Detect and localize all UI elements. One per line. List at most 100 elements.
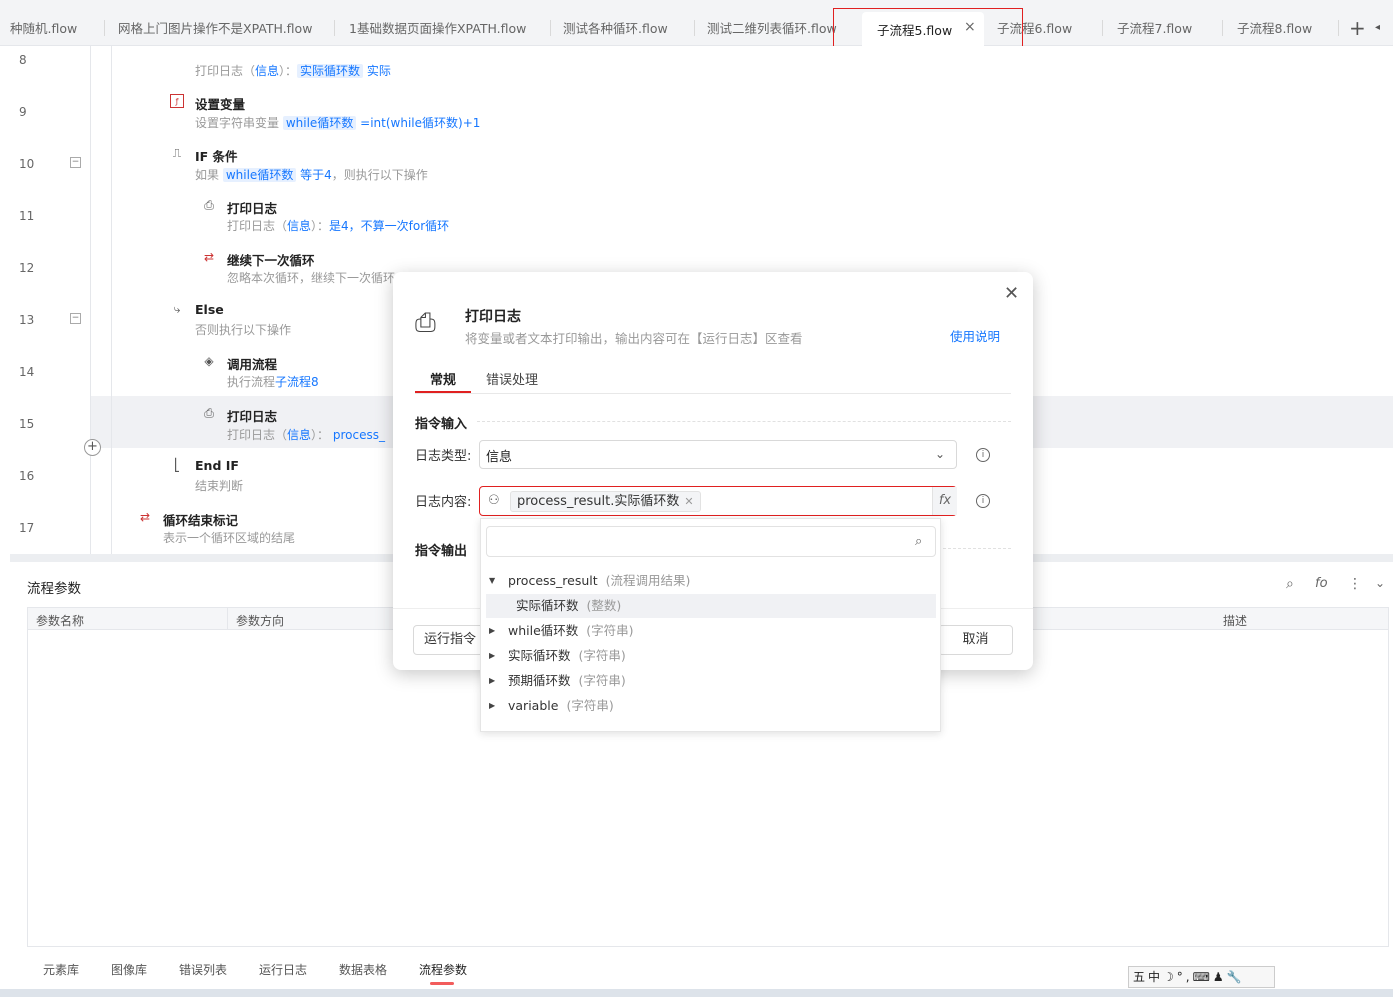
add-tab-icon[interactable]: + — [1349, 16, 1366, 40]
row9-desc: 设置字符串变量 while循环数 =int(while循环数)+1 — [195, 116, 481, 130]
tab-flow-3[interactable]: 1基础数据页面操作XPATH.flow — [349, 13, 526, 45]
remove-tag-icon[interactable]: ✕ — [684, 495, 693, 508]
variable-tag[interactable]: process_result.实际循环数 ✕ — [510, 491, 701, 512]
tab-element-library[interactable]: 元素库 — [43, 961, 79, 978]
row11-title[interactable]: 打印日志 — [227, 198, 277, 217]
collapse-toggle[interactable]: − — [70, 157, 81, 168]
line-number: 8 — [19, 53, 27, 67]
row15-desc: 打印日志（信息）： process_ — [227, 428, 385, 442]
variable-picker-dropdown: ⌕ ▼ process_result (流程调用结果) 实际循环数 (整数) ▶ w… — [480, 518, 941, 732]
item-type: (流程调用结果) — [605, 573, 691, 588]
tab-data-table[interactable]: 数据表格 — [339, 961, 387, 978]
row10-title[interactable]: IF 条件 — [195, 146, 238, 165]
log-content-input[interactable]: ⚇ process_result.实际循环数 ✕ fx — [479, 486, 957, 516]
tab-separator — [550, 20, 551, 36]
tab-image-library[interactable]: 图像库 — [111, 961, 147, 978]
info-icon[interactable]: i — [976, 494, 990, 508]
add-step-icon[interactable]: + — [84, 439, 101, 456]
tab-separator — [1102, 20, 1103, 36]
ime-toolbar[interactable]: 五中☽°,⌨♟🔧 — [1128, 966, 1275, 988]
loop-end-icon: ⇄ — [139, 510, 151, 524]
row13-title[interactable]: Else — [195, 302, 224, 317]
item-type: (字符串) — [578, 648, 626, 663]
log-content-label: 日志内容: — [415, 495, 472, 510]
item-name: 实际循环数 — [516, 598, 579, 613]
tab-error-list[interactable]: 错误列表 — [179, 961, 227, 978]
section-divider — [477, 421, 1011, 422]
variable-search-input[interactable]: ⌕ — [486, 526, 936, 557]
tab-separator — [334, 20, 335, 36]
tab-flow-8[interactable]: 子流程7.flow — [1117, 13, 1192, 45]
active-tab-indicator — [415, 391, 471, 393]
caret-right-icon[interactable]: ▶ — [489, 694, 495, 718]
row12-title[interactable]: 继续下一次循环 — [227, 250, 315, 269]
params-title: 流程参数 — [27, 581, 81, 597]
item-name: 预期循环数 — [508, 673, 571, 688]
row9-title[interactable]: 设置变量 — [195, 94, 245, 113]
tree-item-actual-count[interactable]: ▶ 实际循环数 (字符串) — [481, 644, 940, 668]
active-tab-indicator — [430, 982, 454, 985]
tab-flow-2[interactable]: 网格上门图片操作不是XPATH.flow — [118, 13, 312, 45]
scroll-tabs-icon[interactable]: ◂ — [1375, 22, 1380, 33]
tab-flow-1[interactable]: 种随机.flow — [10, 13, 77, 45]
row17-title[interactable]: 循环结束标记 — [163, 510, 238, 529]
tab-flow-5[interactable]: 测试二维列表循环.flow — [707, 13, 837, 45]
row16-title[interactable]: End IF — [195, 458, 239, 473]
row8-desc: 打印日志（信息）： 实际循环数 实际 — [195, 64, 391, 78]
fx-icon[interactable]: fo — [1315, 576, 1328, 591]
caret-down-icon[interactable]: ▼ — [489, 569, 495, 593]
search-icon[interactable]: ⌕ — [1286, 576, 1294, 592]
tab-separator — [1222, 20, 1223, 36]
caret-right-icon[interactable]: ▶ — [489, 619, 495, 643]
section-output-title: 指令输出 — [415, 544, 468, 559]
cancel-button[interactable]: 取消 — [938, 625, 1013, 655]
item-name: variable — [508, 698, 559, 713]
item-name: 实际循环数 — [508, 648, 571, 663]
section-input-title: 指令输入 — [415, 417, 468, 432]
tab-bar: 种随机.flow 网格上门图片操作不是XPATH.flow 1基础数据页面操作X… — [0, 0, 1393, 46]
row13-desc: 否则执行以下操作 — [195, 323, 292, 337]
continue-loop-icon: ⇄ — [203, 250, 215, 264]
line-number: 9 — [19, 105, 27, 119]
more-icon[interactable]: ⋮ — [1348, 576, 1362, 592]
tab-flow-9[interactable]: 子流程8.flow — [1237, 13, 1312, 45]
tab-flow-4[interactable]: 测试各种循环.flow — [563, 13, 668, 45]
log-type-select[interactable]: 信息 ⌄ — [479, 440, 957, 469]
log-type-label: 日志类型: — [415, 449, 472, 464]
line-number: 12 — [19, 261, 35, 275]
print-log-icon: ⎙ — [204, 198, 214, 212]
column-header: 描述 — [1223, 614, 1248, 628]
tree-item-expected-count[interactable]: ▶ 预期循环数 (字符串) — [481, 669, 940, 693]
row15-title[interactable]: 打印日志 — [227, 406, 277, 425]
tab-separator — [694, 20, 695, 36]
column-header: 参数方向 — [236, 614, 285, 628]
item-type: (字符串) — [578, 673, 626, 688]
info-icon[interactable]: i — [976, 448, 990, 462]
tab-separator — [1338, 20, 1339, 36]
close-icon[interactable]: ✕ — [1004, 283, 1019, 304]
item-name: process_result — [508, 573, 598, 588]
caret-right-icon[interactable]: ▶ — [489, 644, 495, 668]
python-icon: ⚇ — [488, 493, 500, 508]
tree-item-while-count[interactable]: ▶ while循环数 (字符串) — [481, 619, 940, 643]
fx-icon[interactable]: fx — [932, 487, 957, 515]
tab-separator — [104, 20, 105, 36]
tree-item-variable[interactable]: ▶ variable (字符串) — [481, 694, 940, 718]
help-link[interactable]: 使用说明 — [950, 326, 1000, 345]
collapse-toggle[interactable]: − — [70, 313, 81, 324]
gutter-line — [90, 46, 91, 554]
tree-item-actual-loop-count[interactable]: 实际循环数 (整数) — [481, 594, 940, 618]
row12-desc: 忽略本次循环，继续下一次循环 — [227, 271, 396, 285]
tab-general[interactable]: 常规 — [430, 369, 456, 388]
tab-run-log[interactable]: 运行日志 — [259, 961, 307, 978]
tab-flow-params[interactable]: 流程参数 — [419, 961, 467, 978]
tree-item-process-result[interactable]: ▼ process_result (流程调用结果) — [481, 569, 940, 593]
line-number: 15 — [19, 417, 35, 431]
call-flow-icon: ◈ — [204, 354, 214, 368]
caret-right-icon[interactable]: ▶ — [489, 669, 495, 693]
line-number: 13 — [19, 313, 35, 327]
row14-title[interactable]: 调用流程 — [227, 354, 277, 373]
indent-guide — [111, 46, 112, 554]
chevron-down-icon[interactable]: ⌄ — [1375, 576, 1385, 590]
tab-error-handling[interactable]: 错误处理 — [486, 369, 538, 388]
